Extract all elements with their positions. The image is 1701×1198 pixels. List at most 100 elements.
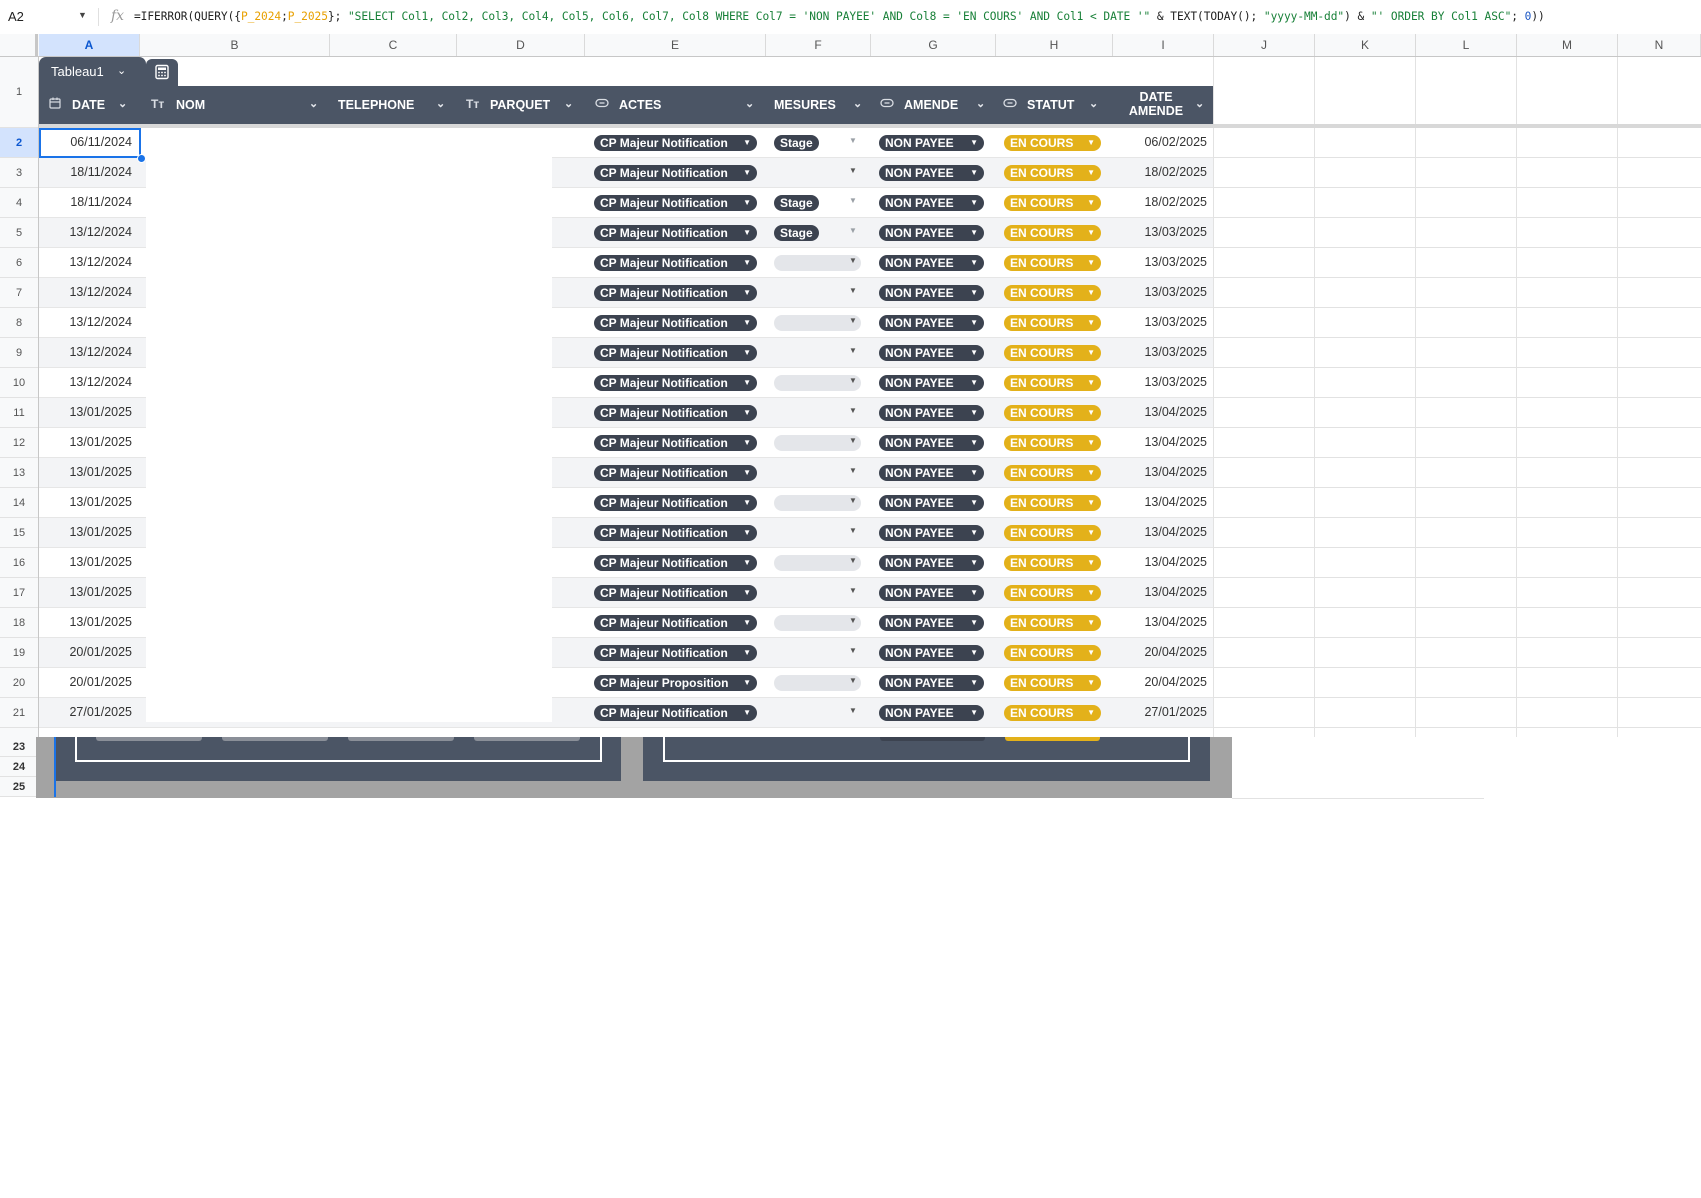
amende-chip[interactable]: NON PAYEE ▼	[879, 315, 984, 331]
caret-down-icon[interactable]: ▼	[1087, 465, 1095, 481]
caret-down-icon[interactable]: ▼	[1087, 495, 1095, 511]
actes-chip[interactable]: CP Majeur Notification ▼	[594, 255, 757, 271]
row-header-13[interactable]: 13	[0, 458, 38, 488]
amende-chip[interactable]: NON PAYEE ▼	[879, 675, 984, 691]
chevron-down-icon[interactable]: ⌄	[1195, 97, 1204, 110]
caret-down-icon[interactable]: ▼	[849, 646, 857, 655]
amende-chip[interactable]: NON PAYEE ▼	[879, 555, 984, 571]
caret-down-icon[interactable]: ▼	[743, 615, 751, 631]
row-header-9[interactable]: 9	[0, 338, 38, 368]
row-header-4[interactable]: 4	[0, 188, 38, 218]
date-amende-cell[interactable]: 13/04/2025	[1113, 578, 1209, 607]
row-header-6[interactable]: 6	[0, 248, 38, 278]
caret-down-icon[interactable]: ▼	[743, 195, 751, 211]
statut-chip[interactable]: EN COURS ▼	[1004, 195, 1101, 211]
row-header-24[interactable]: 24	[0, 757, 38, 777]
header-nom[interactable]: Tт NOM ⌄	[141, 86, 328, 124]
amende-chip[interactable]: NON PAYEE ▼	[879, 165, 984, 181]
caret-down-icon[interactable]: ▼	[743, 135, 751, 151]
column-header-h[interactable]: H	[996, 34, 1113, 56]
table-name-tab[interactable]: Tableau1 ⌄	[39, 57, 146, 86]
date-cell[interactable]: 13/01/2025	[39, 488, 140, 517]
caret-down-icon[interactable]: ▼	[1087, 645, 1095, 661]
caret-down-icon[interactable]: ▼	[1087, 135, 1095, 151]
amende-chip[interactable]: NON PAYEE ▼	[879, 285, 984, 301]
fill-handle[interactable]	[137, 154, 146, 163]
caret-down-icon[interactable]: ▼	[1087, 165, 1095, 181]
amende-chip[interactable]: NON PAYEE ▼	[879, 585, 984, 601]
caret-down-icon[interactable]: ▼	[970, 135, 978, 151]
date-amende-cell[interactable]: 18/02/2025	[1113, 158, 1209, 187]
chevron-down-icon[interactable]: ⌄	[745, 97, 754, 110]
chevron-down-icon[interactable]: ⌄	[436, 97, 445, 110]
actes-chip[interactable]: CP Majeur Notification ▼	[594, 135, 757, 151]
date-amende-cell[interactable]: 13/03/2025	[1113, 278, 1209, 307]
header-amende[interactable]: AMENDE ⌄	[872, 86, 996, 124]
amende-chip[interactable]: NON PAYEE ▼	[879, 525, 984, 541]
date-cell[interactable]: 13/12/2024	[39, 218, 140, 247]
chevron-down-icon[interactable]: ⌄	[976, 97, 985, 110]
caret-down-icon[interactable]: ▼	[1087, 315, 1095, 331]
caret-down-icon[interactable]: ▼	[743, 465, 751, 481]
statut-chip[interactable]: EN COURS ▼	[1004, 555, 1101, 571]
chevron-down-icon[interactable]: ⌄	[309, 97, 318, 110]
column-header-d[interactable]: D	[457, 34, 585, 56]
caret-down-icon[interactable]: ▼	[849, 316, 857, 325]
statut-chip[interactable]: EN COURS ▼	[1004, 675, 1101, 691]
header-mesures[interactable]: MESURES ⌄	[766, 86, 871, 124]
caret-down-icon[interactable]: ▼	[849, 556, 857, 565]
caret-down-icon[interactable]: ▼	[970, 705, 978, 721]
caret-down-icon[interactable]: ▼	[1087, 375, 1095, 391]
caret-down-icon[interactable]: ▼	[849, 406, 857, 415]
amende-chip[interactable]: NON PAYEE ▼	[879, 135, 984, 151]
date-amende-cell[interactable]: 13/03/2025	[1113, 368, 1209, 397]
date-amende-cell[interactable]: 13/04/2025	[1113, 518, 1209, 547]
mesures-empty-chip[interactable]	[774, 675, 861, 691]
actes-chip[interactable]: CP Majeur Proposition ▼	[594, 675, 757, 691]
caret-down-icon[interactable]: ▼	[1087, 225, 1095, 241]
header-date-amende[interactable]: DATE AMENDE ⌄	[1113, 86, 1213, 124]
statut-chip[interactable]: EN COURS ▼	[1004, 435, 1101, 451]
caret-down-icon[interactable]: ▼	[743, 525, 751, 541]
caret-down-icon[interactable]: ▼	[970, 465, 978, 481]
amende-chip[interactable]: NON PAYEE ▼	[879, 345, 984, 361]
actes-chip[interactable]: CP Majeur Notification ▼	[594, 495, 757, 511]
date-amende-cell[interactable]: 20/04/2025	[1113, 668, 1209, 697]
column-header-g[interactable]: G	[871, 34, 996, 56]
row-header-15[interactable]: 15	[0, 518, 38, 548]
row-header-18[interactable]: 18	[0, 608, 38, 638]
amende-chip[interactable]: NON PAYEE ▼	[879, 615, 984, 631]
actes-chip[interactable]: CP Majeur Notification ▼	[594, 435, 757, 451]
mesures-chip[interactable]: Stage	[774, 135, 819, 151]
column-header-a[interactable]: A	[39, 34, 140, 56]
date-cell[interactable]: 13/12/2024	[39, 368, 140, 397]
caret-down-icon[interactable]: ▼	[743, 255, 751, 271]
caret-down-icon[interactable]: ▼	[743, 555, 751, 571]
amende-chip[interactable]: NON PAYEE ▼	[879, 225, 984, 241]
column-header-n[interactable]: N	[1618, 34, 1701, 56]
date-cell[interactable]: 13/01/2025	[39, 398, 140, 427]
date-cell[interactable]: 13/12/2024	[39, 308, 140, 337]
row-header-11[interactable]: 11	[0, 398, 38, 428]
date-cell[interactable]: 13/01/2025	[39, 518, 140, 547]
row-header-14[interactable]: 14	[0, 488, 38, 518]
date-cell[interactable]: 13/12/2024	[39, 338, 140, 367]
date-cell[interactable]: 13/01/2025	[39, 608, 140, 637]
statut-chip[interactable]: EN COURS ▼	[1004, 705, 1101, 721]
caret-down-icon[interactable]: ▼	[743, 345, 751, 361]
caret-down-icon[interactable]: ▼	[743, 645, 751, 661]
caret-down-icon[interactable]: ▼	[849, 226, 857, 235]
date-amende-cell[interactable]: 13/03/2025	[1113, 248, 1209, 277]
date-amende-cell[interactable]: 18/02/2025	[1113, 188, 1209, 217]
caret-down-icon[interactable]: ▼	[743, 315, 751, 331]
actes-chip[interactable]: CP Majeur Notification ▼	[594, 465, 757, 481]
caret-down-icon[interactable]: ▼	[849, 346, 857, 355]
statut-chip[interactable]: EN COURS ▼	[1004, 375, 1101, 391]
caret-down-icon[interactable]: ▼	[849, 616, 857, 625]
column-header-b[interactable]: B	[140, 34, 330, 56]
amende-chip[interactable]: NON PAYEE ▼	[879, 405, 984, 421]
caret-down-icon[interactable]: ▼	[970, 525, 978, 541]
row-header-12[interactable]: 12	[0, 428, 38, 458]
column-header-m[interactable]: M	[1517, 34, 1618, 56]
mesures-empty-chip[interactable]	[774, 615, 861, 631]
